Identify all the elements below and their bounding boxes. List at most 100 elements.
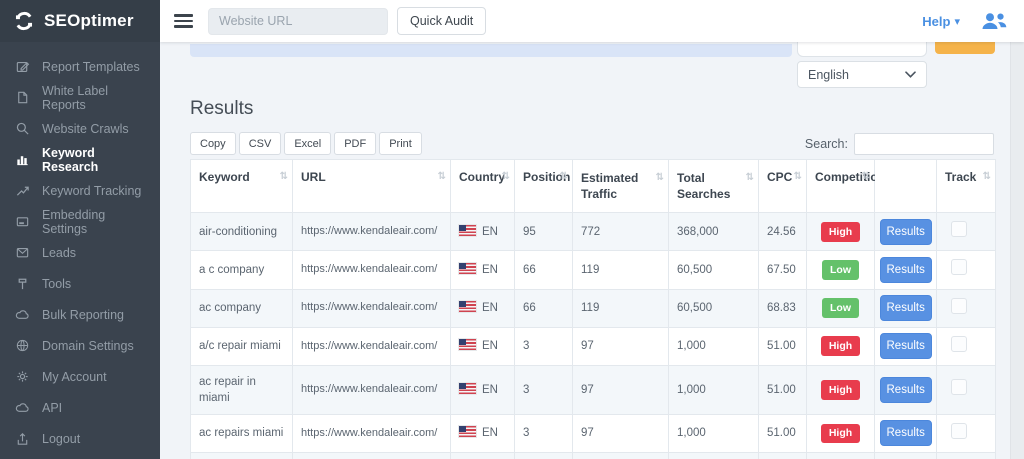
gear-icon (15, 369, 30, 384)
results-cell: Results (875, 365, 937, 414)
track-checkbox[interactable] (951, 259, 967, 275)
copy-button[interactable]: Copy (190, 132, 236, 155)
sidebar-item-api[interactable]: API (0, 392, 160, 423)
quick-audit-button[interactable]: Quick Audit (397, 7, 486, 35)
sort-icon[interactable] (862, 171, 870, 182)
csv-button[interactable]: CSV (239, 132, 282, 155)
column-header-cpc[interactable]: CPC (759, 160, 807, 213)
cpc-cell: 51.00 (759, 414, 807, 452)
competition-cell: High (807, 365, 875, 414)
seoptimer-s-arrows-icon (13, 10, 35, 32)
track-checkbox[interactable] (951, 221, 967, 237)
results-button[interactable]: Results (880, 377, 932, 403)
cpc-cell: 51.00 (759, 327, 807, 365)
track-checkbox[interactable] (951, 298, 967, 314)
print-button[interactable]: Print (379, 132, 422, 155)
total-searches-cell: 60,500 (669, 251, 759, 289)
track-checkbox[interactable] (951, 379, 967, 395)
help-menu[interactable]: Help (922, 14, 960, 29)
sidebar-item-keyword-tracking[interactable]: Keyword Tracking (0, 175, 160, 206)
embed-card-icon (15, 214, 30, 229)
track-checkbox[interactable] (951, 423, 967, 439)
sidebar-item-website-crawls[interactable]: Website Crawls (0, 113, 160, 144)
sidebar-item-white-label-reports[interactable]: White Label Reports (0, 82, 160, 113)
sidebar-item-label: Website Crawls (42, 122, 129, 136)
sidebar-item-domain-settings[interactable]: Domain Settings (0, 330, 160, 361)
sidebar-item-embedding-settings[interactable]: Embedding Settings (0, 206, 160, 237)
results-button[interactable]: Results (880, 295, 932, 321)
search-submit-button-cutoff[interactable] (935, 42, 995, 54)
country-cell: EN (451, 289, 515, 327)
column-header-keyword[interactable]: Keyword (191, 160, 293, 213)
url-cell: https://www.kendaleair.com/ (293, 414, 451, 452)
country-cell: EN (451, 365, 515, 414)
sort-icon[interactable] (280, 171, 288, 182)
topbar-right: Help (922, 11, 1024, 31)
competition-badge: High (821, 424, 860, 444)
sidebar-nav: Report Templates White Label Reports Web… (0, 42, 160, 454)
sort-icon[interactable] (746, 171, 754, 185)
competition-cell: High (807, 414, 875, 452)
sort-icon[interactable] (983, 171, 991, 182)
estimated-traffic-cell: 85 (573, 453, 669, 459)
globe-icon (15, 338, 30, 353)
sort-icon[interactable] (794, 171, 802, 182)
estimated-traffic-cell: 97 (573, 365, 669, 414)
sidebar-item-logout[interactable]: Logout (0, 423, 160, 454)
column-header-competition[interactable]: Competition (807, 160, 875, 213)
column-header-url[interactable]: URL (293, 160, 451, 213)
sort-icon[interactable] (438, 171, 446, 182)
sidebar-item-bulk-reporting[interactable]: Bulk Reporting (0, 299, 160, 330)
competition-cell: Low (807, 251, 875, 289)
menu-toggle-icon[interactable] (174, 11, 193, 31)
keyword-cell: ac repair in miami (191, 365, 293, 414)
sort-icon[interactable] (656, 171, 664, 185)
sidebar-item-label: My Account (42, 370, 107, 384)
keyword-input-cutoff[interactable] (190, 44, 792, 57)
search-input[interactable] (854, 133, 994, 155)
results-cell: Results (875, 327, 937, 365)
column-header-track[interactable]: Track (937, 160, 996, 213)
results-button[interactable]: Results (880, 333, 932, 359)
sidebar-item-tools[interactable]: Tools (0, 268, 160, 299)
estimated-traffic-cell: 97 (573, 327, 669, 365)
total-searches-cell: 1,000 (669, 414, 759, 452)
trend-line-icon (15, 183, 30, 198)
url-cell: https://www.kendaleair.com/ (293, 365, 451, 414)
results-button[interactable]: Results (880, 420, 932, 446)
column-header-position[interactable]: Position (515, 160, 573, 213)
envelope-icon (15, 245, 30, 260)
vertical-scrollbar[interactable] (1010, 42, 1024, 459)
competition-cell: Low (807, 289, 875, 327)
track-cell (937, 453, 996, 459)
column-header-country[interactable]: Country (451, 160, 515, 213)
country-cell: EN (451, 213, 515, 251)
position-cell: 4 (515, 453, 573, 459)
sidebar-item-report-templates[interactable]: Report Templates (0, 51, 160, 82)
location-input-cutoff[interactable] (797, 42, 927, 57)
track-checkbox[interactable] (951, 336, 967, 352)
chevron-down-icon (905, 71, 916, 78)
position-cell: 3 (515, 327, 573, 365)
pdf-button[interactable]: PDF (334, 132, 376, 155)
language-select[interactable]: English (797, 61, 927, 88)
sort-icon[interactable] (560, 171, 568, 182)
column-header-total-searches[interactable]: Total Searches (669, 160, 759, 213)
track-cell (937, 327, 996, 365)
keyword-cell: a/c repair miami (191, 327, 293, 365)
users-icon[interactable] (980, 11, 1008, 31)
excel-button[interactable]: Excel (284, 132, 331, 155)
sidebar-item-label: Logout (42, 432, 80, 446)
sidebar-item-label: Leads (42, 246, 76, 260)
hammer-icon (15, 276, 30, 291)
results-button[interactable]: Results (880, 219, 932, 245)
brand-logo[interactable]: SEOptimer (0, 0, 160, 42)
sidebar-item-my-account[interactable]: My Account (0, 361, 160, 392)
sidebar-item-keyword-research[interactable]: Keyword Research (0, 144, 160, 175)
website-url-input[interactable] (208, 8, 388, 35)
sidebar-item-leads[interactable]: Leads (0, 237, 160, 268)
column-header-estimated-traffic[interactable]: Estimated Traffic (573, 160, 669, 213)
results-button[interactable]: Results (880, 257, 932, 283)
sort-icon[interactable] (502, 171, 510, 182)
results-cell: Results (875, 251, 937, 289)
